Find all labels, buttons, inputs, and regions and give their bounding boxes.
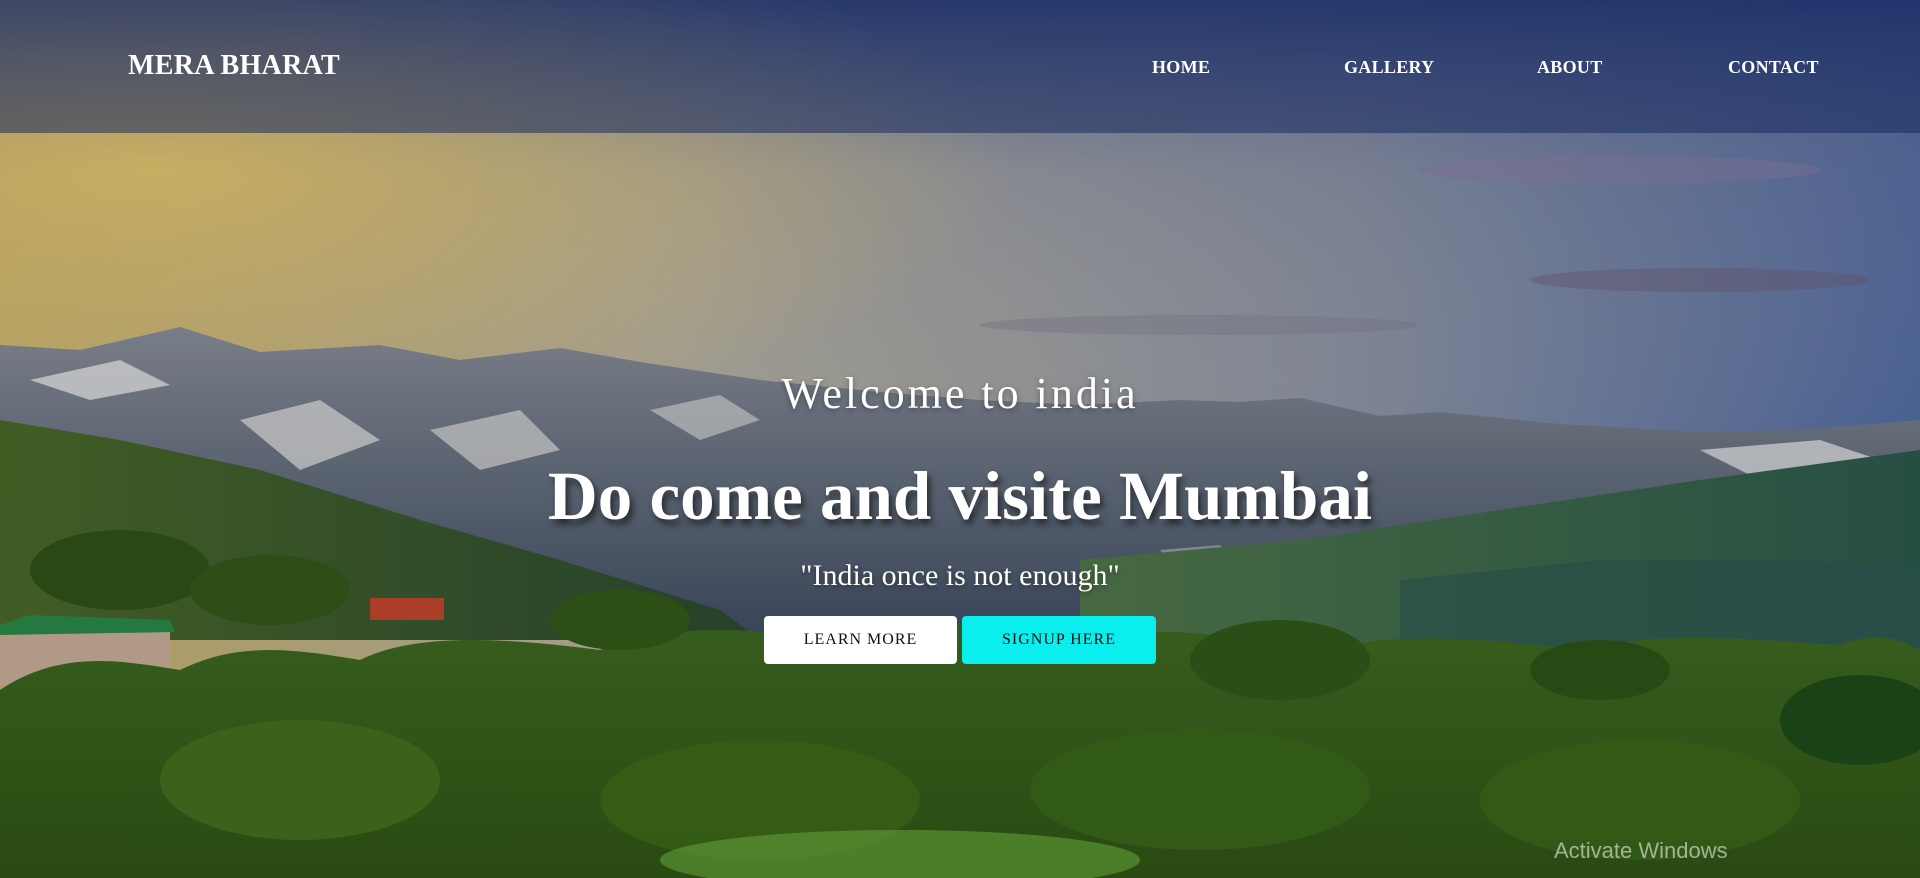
hero-tagline: "India once is not enough" [800, 559, 1120, 592]
hero-title: Do come and visite Mumbai [547, 458, 1373, 534]
signup-button[interactable]: SIGNUP HERE [962, 616, 1156, 664]
learn-more-button[interactable]: LEARN MORE [764, 616, 957, 664]
hero-section: Welcome to india Do come and visite Mumb… [0, 0, 1920, 878]
landing-page: MERA BHARAT HOME GALLERY ABOUT CONTACT W… [0, 0, 1920, 878]
activate-windows-watermark: Activate Windows [1554, 838, 1728, 863]
hero-welcome-text: Welcome to india [781, 369, 1139, 418]
